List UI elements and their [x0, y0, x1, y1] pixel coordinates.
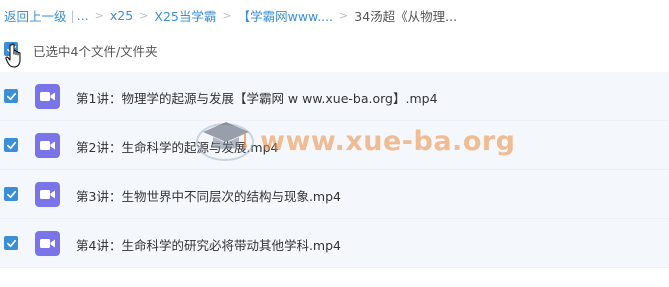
- check-icon: [6, 239, 16, 247]
- video-file-icon: [35, 182, 60, 207]
- file-name[interactable]: 第1讲：物理学的起源与发展【学霸网 w ww.xue-ba.org】.mp4: [76, 88, 438, 107]
- row-checkbox[interactable]: [4, 138, 18, 152]
- file-row[interactable]: 第1讲：物理学的起源与发展【学霸网 w ww.xue-ba.org】.mp4: [0, 72, 669, 121]
- file-list: 第1讲：物理学的起源与发展【学霸网 w ww.xue-ba.org】.mp4 第…: [0, 72, 669, 268]
- video-file-icon: [35, 133, 60, 158]
- check-icon: [6, 141, 16, 149]
- hand-pointer-icon: [5, 43, 21, 68]
- breadcrumb-current: 34汤超《从物理...: [354, 8, 458, 24]
- video-file-icon: [35, 84, 60, 109]
- breadcrumb-item-x25[interactable]: x25: [110, 8, 133, 23]
- file-name[interactable]: 第3讲：生物世界中不同层次的结构与现象.mp4: [76, 186, 341, 205]
- breadcrumb-ellipsis[interactable]: ...: [77, 8, 89, 23]
- file-row[interactable]: 第4讲：生命科学的研究必将带动其他学科.mp4: [0, 219, 669, 268]
- selected-count-text: 已选中4个文件/文件夹: [33, 44, 158, 59]
- breadcrumb-separator: >: [222, 8, 232, 22]
- check-icon: [6, 92, 16, 100]
- breadcrumb-pipe: |: [70, 7, 75, 23]
- back-button[interactable]: 返回上一级: [4, 6, 67, 25]
- row-checkbox[interactable]: [4, 89, 18, 103]
- breadcrumb-separator: >: [94, 8, 104, 22]
- breadcrumb-item-x25-xueba[interactable]: X25当学霸: [154, 6, 216, 25]
- selection-header: 已选中4个文件/文件夹: [0, 34, 669, 68]
- file-row[interactable]: 第2讲：生命科学的起源与发展.mp4: [0, 121, 669, 170]
- file-name[interactable]: 第2讲：生命科学的起源与发展.mp4: [76, 137, 279, 156]
- row-checkbox[interactable]: [4, 187, 18, 201]
- check-icon: [6, 190, 16, 198]
- breadcrumb-separator: >: [139, 8, 149, 22]
- breadcrumb-separator: >: [339, 8, 349, 22]
- file-row[interactable]: 第3讲：生物世界中不同层次的结构与现象.mp4: [0, 170, 669, 219]
- breadcrumb-item-xueba-www[interactable]: 【学霸网www....: [238, 6, 333, 25]
- row-checkbox[interactable]: [4, 236, 18, 250]
- video-file-icon: [35, 231, 60, 256]
- breadcrumb: 返回上一级 | ... > x25 > X25当学霸 > 【学霸网www....…: [0, 0, 669, 30]
- file-name[interactable]: 第4讲：生命科学的研究必将带动其他学科.mp4: [76, 235, 341, 254]
